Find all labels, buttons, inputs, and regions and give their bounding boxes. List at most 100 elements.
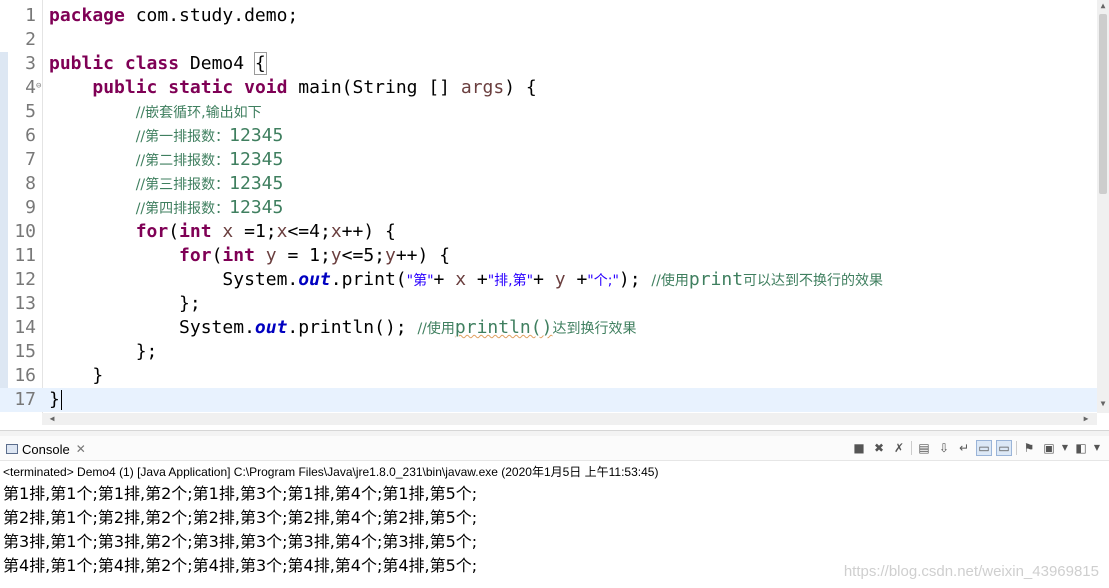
comment: //使用: [651, 273, 689, 289]
output-line: 第4排,第1个;第4排,第2个;第4排,第3个;第4排,第4个;第4排,第5个;: [3, 556, 478, 575]
fold-collapse-icon[interactable]: ⊖: [36, 76, 41, 96]
code-line[interactable]: 12 System.out.print("第"+ x +"排,第"+ y +"个…: [0, 268, 1097, 292]
line-number: 12: [14, 269, 36, 290]
parameter: args: [460, 77, 505, 98]
line-number: 3: [25, 53, 36, 74]
code-area[interactable]: 1 package com.study.demo; 2 3 public class…: [0, 4, 1097, 412]
scroll-down-arrow-icon[interactable]: ▼: [1098, 398, 1108, 410]
code-line[interactable]: 7 //第二排报数：12345: [0, 148, 1097, 172]
code-text: +: [533, 269, 555, 290]
tab-console[interactable]: Console ✕: [0, 438, 92, 460]
local-variable: y: [254, 245, 277, 266]
keyword: void: [244, 77, 288, 98]
toolbar-separator: [1016, 441, 1017, 455]
clear-console-icon[interactable]: ▤: [916, 440, 932, 456]
code-line[interactable]: 9 //第四排报数：12345: [0, 196, 1097, 220]
class-name: Demo4: [179, 53, 255, 74]
code-line[interactable]: 8 //第三排报数：12345: [0, 172, 1097, 196]
chevron-down-icon[interactable]: ▼: [1093, 440, 1101, 456]
code-text: .println();: [287, 317, 418, 338]
remove-all-terminated-icon[interactable]: ✗: [891, 440, 907, 456]
static-field: out: [254, 317, 288, 338]
code-line[interactable]: 1 package com.study.demo;: [0, 4, 1097, 28]
console-view: Console ✕ ■ ✖ ✗ ▤ ⇩ ↵ ▭ ▭ ⚑ ▣ ▼ ◧ ▼ <ter…: [0, 436, 1109, 588]
code-text: =1;: [233, 221, 277, 242]
line-number: 15: [14, 341, 36, 362]
line-number: 14: [14, 317, 36, 338]
code-line-current[interactable]: 17}: [0, 388, 1097, 412]
output-line: 第3排,第1个;第3排,第2个;第3排,第3个;第3排,第4个;第3排,第5个;: [3, 532, 478, 551]
keyword: class: [124, 53, 180, 74]
code-line[interactable]: 13 };: [0, 292, 1097, 316]
code-text: ) {: [504, 77, 537, 98]
show-on-stderr-icon[interactable]: ▭: [996, 440, 1012, 456]
pin-console-icon[interactable]: ⚑: [1021, 440, 1037, 456]
code-text: }: [92, 365, 104, 386]
local-variable: y: [554, 269, 566, 290]
line-number: 6: [25, 125, 36, 146]
code-text: System.: [222, 269, 299, 290]
scroll-lock-icon[interactable]: ⇩: [936, 440, 952, 456]
code-line[interactable]: 16 }: [0, 364, 1097, 388]
code-text: com.study.demo;: [124, 5, 299, 26]
terminate-icon[interactable]: ■: [851, 440, 867, 456]
output-line: 第2排,第1个;第2排,第2个;第2排,第3个;第2排,第4个;第2排,第5个;: [3, 508, 478, 527]
line-number: 17: [14, 389, 36, 410]
code-text: <=4;: [287, 221, 331, 242]
local-variable: x: [455, 269, 467, 290]
scroll-left-arrow-icon[interactable]: ◀: [46, 413, 58, 425]
code-line[interactable]: 6 //第一排报数：12345: [0, 124, 1097, 148]
code-line[interactable]: 11 for(int y = 1;y<=5;y++) {: [0, 244, 1097, 268]
console-toolbar-bar: Console ✕ ■ ✖ ✗ ▤ ⇩ ↵ ▭ ▭ ⚑ ▣ ▼ ◧ ▼: [0, 436, 1109, 461]
horizontal-scrollbar[interactable]: [42, 413, 1097, 425]
comment-spellcheck: println(): [454, 317, 553, 338]
code-text: (: [211, 245, 223, 266]
code-text: <=5;: [341, 245, 385, 266]
code-line[interactable]: 5 //嵌套循环,输出如下: [0, 100, 1097, 124]
console-output[interactable]: 第1排,第1个;第1排,第2个;第1排,第3个;第1排,第4个;第1排,第5个;…: [3, 482, 477, 578]
vertical-scroll-thumb[interactable]: [1099, 14, 1107, 194]
scroll-up-arrow-icon[interactable]: ▲: [1098, 0, 1108, 12]
line-number: 10: [14, 221, 36, 242]
code-line[interactable]: 15 };: [0, 340, 1097, 364]
line-number: 7: [25, 149, 36, 170]
console-toolbar: ■ ✖ ✗ ▤ ⇩ ↵ ▭ ▭ ⚑ ▣ ▼ ◧ ▼: [851, 439, 1101, 457]
code-line[interactable]: 2: [0, 28, 1097, 52]
line-number: 8: [25, 173, 36, 194]
line-number: 5: [25, 101, 36, 122]
code-line[interactable]: 10 for(int x =1;x<=4;x++) {: [0, 220, 1097, 244]
local-variable: y: [385, 245, 396, 266]
remove-launch-icon[interactable]: ✖: [871, 440, 887, 456]
local-variable: x: [276, 221, 288, 242]
comment: 12345: [229, 149, 284, 170]
process-status-line: <terminated> Demo4 (1) [Java Application…: [3, 465, 659, 479]
line-number: 9: [25, 197, 36, 218]
code-line[interactable]: 4 ⊖ public static void main(String [] arg…: [0, 76, 1097, 100]
local-variable: y: [330, 245, 342, 266]
word-wrap-icon[interactable]: ↵: [956, 440, 972, 456]
line-number: 11: [14, 245, 36, 266]
close-icon[interactable]: ✕: [76, 442, 86, 456]
code-line[interactable]: 3 public class Demo4 {: [0, 52, 1097, 76]
scroll-right-arrow-icon[interactable]: ▶: [1080, 413, 1092, 425]
code-line[interactable]: 14 System.out.println(); //使用println()达到…: [0, 316, 1097, 340]
code-text: = 1;: [276, 245, 331, 266]
show-on-stdout-icon[interactable]: ▭: [976, 440, 992, 456]
open-console-icon[interactable]: ◧: [1073, 440, 1089, 456]
display-selected-console-icon[interactable]: ▣: [1041, 440, 1057, 456]
keyword: for: [135, 221, 169, 242]
keyword: int: [222, 245, 255, 266]
code-text: .print(: [330, 269, 407, 290]
code-text: (: [168, 221, 180, 242]
text-caret: [60, 390, 62, 410]
comment: //第一排报数：: [135, 129, 230, 145]
chevron-down-icon[interactable]: ▼: [1061, 440, 1069, 456]
line-number: 13: [14, 293, 36, 314]
code-editor[interactable]: 1 package com.study.demo; 2 3 public class…: [0, 0, 1109, 430]
